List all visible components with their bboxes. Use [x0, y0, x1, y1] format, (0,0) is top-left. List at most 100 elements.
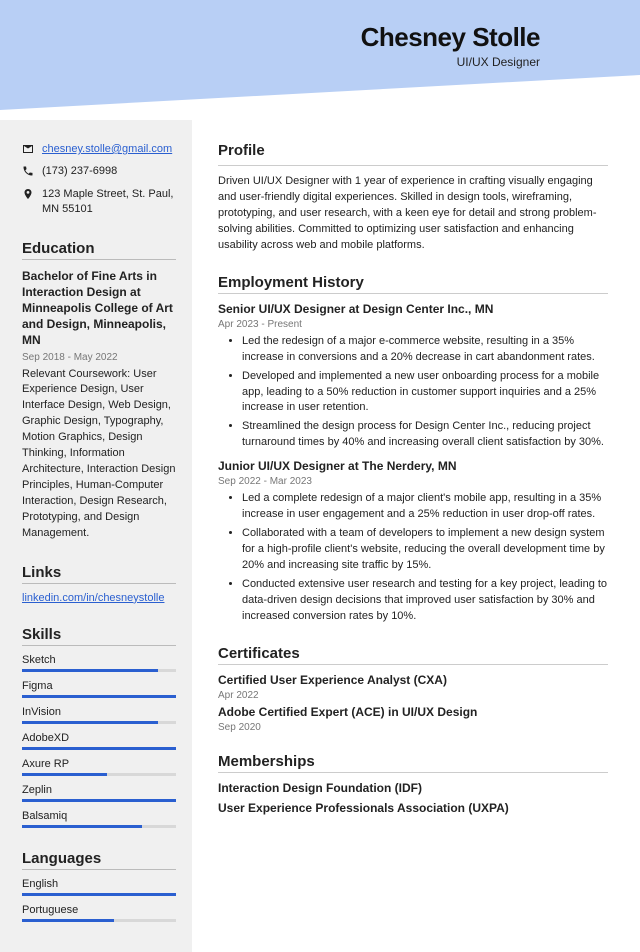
education-dates: Sep 2018 - May 2022: [22, 352, 176, 363]
phone-icon: [22, 164, 34, 182]
rule: [22, 259, 176, 260]
header-text: Chesney Stolle UI/UX Designer: [361, 22, 540, 69]
certificate-name: Adobe Certified Expert (ACE) in UI/UX De…: [218, 705, 608, 719]
memberships-list: Interaction Design Foundation (IDF)User …: [218, 781, 608, 815]
job-title: Senior UI/UX Designer at Design Center I…: [218, 302, 608, 316]
profile-heading: Profile: [218, 142, 608, 159]
rule: [22, 869, 176, 870]
skill-name: Sketch: [22, 654, 176, 666]
skill-bar-fill: [22, 919, 114, 922]
skill-bar-track: [22, 799, 176, 802]
sidebar: chesney.stolle@gmail.com (173) 237-6998 …: [0, 120, 192, 952]
skill-bar-fill: [22, 721, 158, 724]
contact-address-row: 123 Maple Street, St. Paul, MN 55101: [22, 187, 176, 218]
rule: [22, 645, 176, 646]
phone-text: (173) 237-6998: [42, 164, 117, 179]
job-bullet: Led the redesign of a major e-commerce w…: [242, 334, 608, 366]
skill-bar-track: [22, 919, 176, 922]
job-entry: Senior UI/UX Designer at Design Center I…: [218, 302, 608, 452]
skill-bar-fill: [22, 695, 176, 698]
skill-bar-fill: [22, 825, 142, 828]
rule: [218, 664, 608, 665]
skill-bar-track: [22, 747, 176, 750]
skill-name: Zeplin: [22, 784, 176, 796]
header-band: Chesney Stolle UI/UX Designer: [0, 0, 640, 120]
main-column: Profile Driven UI/UX Designer with 1 yea…: [192, 120, 640, 952]
skill-bar-fill: [22, 799, 176, 802]
skill-name: AdobeXD: [22, 732, 176, 744]
skill-bar-track: [22, 773, 176, 776]
rule: [218, 165, 608, 166]
links-heading: Links: [22, 564, 176, 581]
job-bullet: Collaborated with a team of developers t…: [242, 526, 608, 574]
skill-bar-track: [22, 825, 176, 828]
person-title: UI/UX Designer: [361, 55, 540, 69]
certificates-list: Certified User Experience Analyst (CXA) A…: [218, 673, 608, 733]
job-dates: Apr 2023 - Present: [218, 319, 608, 330]
memberships-heading: Memberships: [218, 753, 608, 770]
skill-name: Portuguese: [22, 904, 176, 916]
email-link[interactable]: chesney.stolle@gmail.com: [42, 142, 172, 157]
address-text: 123 Maple Street, St. Paul, MN 55101: [42, 187, 176, 218]
skill-bar-fill: [22, 669, 158, 672]
job-entry: Junior UI/UX Designer at The Nerdery, MN…: [218, 459, 608, 625]
contact-email-row: chesney.stolle@gmail.com: [22, 142, 176, 160]
certificate-name: Certified User Experience Analyst (CXA): [218, 673, 608, 687]
education-details: Relevant Coursework: User Experience Des…: [22, 367, 176, 542]
education-heading: Education: [22, 240, 176, 257]
skill-name: InVision: [22, 706, 176, 718]
header-diagonal-bg: [0, 0, 640, 120]
skill-bar-fill: [22, 747, 176, 750]
job-bullet: Developed and implemented a new user onb…: [242, 369, 608, 417]
skill-name: Axure RP: [22, 758, 176, 770]
location-icon: [22, 187, 34, 205]
skill-bar-track: [22, 893, 176, 896]
job-title: Junior UI/UX Designer at The Nerdery, MN: [218, 459, 608, 473]
skill-item: Axure RP: [22, 758, 176, 776]
jobs-list: Senior UI/UX Designer at Design Center I…: [218, 302, 608, 625]
job-bullet: Streamlined the design process for Desig…: [242, 419, 608, 451]
skill-name: Figma: [22, 680, 176, 692]
skill-name: Balsamiq: [22, 810, 176, 822]
skill-bar-track: [22, 669, 176, 672]
skill-bar-fill: [22, 773, 107, 776]
person-name: Chesney Stolle: [361, 22, 540, 53]
rule: [22, 583, 176, 584]
skill-item: Sketch: [22, 654, 176, 672]
employment-heading: Employment History: [218, 274, 608, 291]
skill-bar-fill: [22, 893, 176, 896]
skill-item: Zeplin: [22, 784, 176, 802]
skill-item: English: [22, 878, 176, 896]
certificate-entry: Adobe Certified Expert (ACE) in UI/UX De…: [218, 705, 608, 733]
job-bullet: Conducted extensive user research and te…: [242, 577, 608, 625]
certificates-heading: Certificates: [218, 645, 608, 662]
skill-item: AdobeXD: [22, 732, 176, 750]
certificate-date: Apr 2022: [218, 690, 608, 701]
languages-list: English Portuguese: [22, 878, 176, 922]
profile-text: Driven UI/UX Designer with 1 year of exp…: [218, 174, 608, 254]
job-bullets: Led a complete redesign of a major clien…: [218, 491, 608, 625]
certificate-entry: Certified User Experience Analyst (CXA) A…: [218, 673, 608, 701]
skill-name: English: [22, 878, 176, 890]
skill-bar-track: [22, 695, 176, 698]
membership-item: User Experience Professionals Associatio…: [218, 801, 608, 815]
skills-list: Sketch Figma InVision AdobeXD Axure RP Zeplin…: [22, 654, 176, 828]
linkedin-link[interactable]: linkedin.com/in/chesneystolle: [22, 592, 164, 604]
job-bullet: Led a complete redesign of a major clien…: [242, 491, 608, 523]
skills-heading: Skills: [22, 626, 176, 643]
resume-page: Chesney Stolle UI/UX Designer chesney.st…: [0, 0, 640, 952]
skill-item: Portuguese: [22, 904, 176, 922]
skill-item: Balsamiq: [22, 810, 176, 828]
job-bullets: Led the redesign of a major e-commerce w…: [218, 334, 608, 452]
languages-heading: Languages: [22, 850, 176, 867]
skill-bar-track: [22, 721, 176, 724]
rule: [218, 293, 608, 294]
columns: chesney.stolle@gmail.com (173) 237-6998 …: [0, 0, 640, 952]
email-icon: [22, 142, 34, 160]
education-degree: Bachelor of Fine Arts in Interaction Des…: [22, 268, 176, 349]
skill-item: InVision: [22, 706, 176, 724]
job-dates: Sep 2022 - Mar 2023: [218, 476, 608, 487]
skill-item: Figma: [22, 680, 176, 698]
certificate-date: Sep 2020: [218, 722, 608, 733]
rule: [218, 772, 608, 773]
